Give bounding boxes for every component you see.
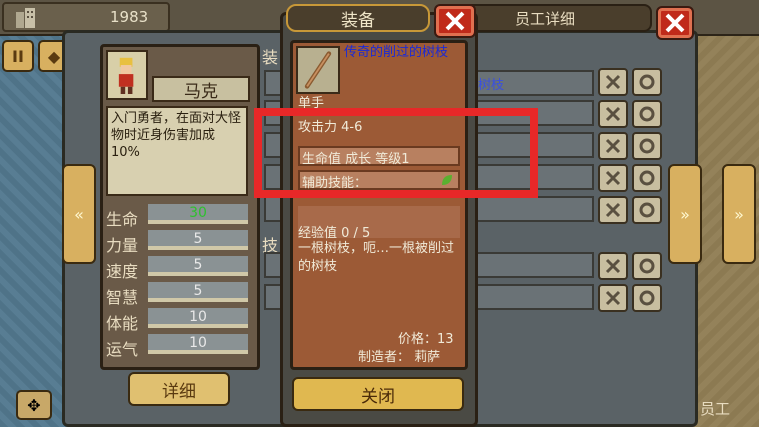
cross-icon	[605, 138, 621, 154]
remove-button[interactable]	[598, 196, 628, 224]
swap-button[interactable]	[632, 252, 662, 280]
close-button[interactable]: 关闭	[292, 377, 464, 411]
swap-button[interactable]	[632, 196, 662, 224]
remove-button[interactable]	[598, 68, 628, 96]
dpad-icon[interactable]: ✥	[16, 390, 52, 420]
swap-icon	[639, 202, 655, 218]
swap-icon	[639, 290, 655, 306]
money-value: 1983	[110, 8, 149, 26]
close-icon	[445, 11, 465, 31]
stat-label: 体能	[106, 314, 139, 333]
swap-button[interactable]	[632, 68, 662, 96]
item-price: 价格：13	[398, 332, 454, 347]
next-page-button[interactable]: »	[668, 164, 702, 264]
remove-button[interactable]	[598, 132, 628, 160]
stat-value-strength: 5	[148, 230, 248, 250]
item-flavor-text: 一根树枝，呃…一根被削过的树枝	[298, 241, 455, 274]
list-item-name: 树枝	[478, 78, 505, 93]
equipment-close-x-button[interactable]	[434, 4, 476, 38]
stat-value-stamina: 10	[148, 308, 248, 328]
equip-section-label: 装	[262, 48, 279, 67]
swap-icon	[639, 74, 655, 90]
character-name: 马克	[152, 76, 250, 102]
swap-icon	[639, 138, 655, 154]
swap-button[interactable]	[632, 164, 662, 192]
stat-label: 速度	[106, 262, 139, 281]
swap-icon	[639, 170, 655, 186]
stat-label: 力量	[106, 236, 139, 255]
stat-label: 运气	[106, 340, 139, 359]
background-water	[0, 36, 70, 427]
stat-value-speed: 5	[148, 256, 248, 276]
stat-label: 智慧	[106, 288, 139, 307]
pause-button[interactable]: II	[2, 40, 34, 72]
swap-button[interactable]	[632, 132, 662, 160]
character-description: 入门勇者，在面对大怪物时近身伤害加成10%	[106, 106, 248, 196]
building-icon	[14, 6, 38, 28]
highlight-box	[254, 108, 538, 198]
equipment-title: 装备	[286, 4, 430, 32]
swap-button[interactable]	[632, 284, 662, 312]
detail-button[interactable]: 详细	[128, 372, 230, 406]
swap-icon	[639, 106, 655, 122]
swap-button[interactable]	[632, 100, 662, 128]
employee-detail-close-button[interactable]	[656, 6, 694, 40]
cross-icon	[605, 106, 621, 122]
remove-button[interactable]	[598, 252, 628, 280]
character-portrait	[106, 50, 148, 100]
staff-label[interactable]: 员工	[700, 398, 730, 419]
cross-icon	[605, 290, 621, 306]
remove-button[interactable]	[598, 284, 628, 312]
item-experience: 经验值 0 / 5	[298, 226, 371, 241]
remove-button[interactable]	[598, 100, 628, 128]
cross-icon	[605, 74, 621, 90]
item-maker: 制造者： 莉萨	[358, 350, 441, 365]
prev-employee-button[interactable]: «	[62, 164, 96, 264]
stat-value-luck: 10	[148, 334, 248, 354]
cross-icon	[605, 202, 621, 218]
remove-button[interactable]	[598, 164, 628, 192]
stat-value-wisdom: 5	[148, 282, 248, 302]
next-employee-button[interactable]: »	[722, 164, 756, 264]
stick-icon	[296, 46, 340, 94]
close-icon	[665, 13, 685, 33]
swap-icon	[639, 258, 655, 274]
stat-label: 生命	[106, 210, 139, 229]
item-name: 传奇的削过的树枝	[344, 45, 449, 60]
cross-icon	[605, 170, 621, 186]
cross-icon	[605, 258, 621, 274]
stat-value-hp: 30	[148, 204, 248, 224]
